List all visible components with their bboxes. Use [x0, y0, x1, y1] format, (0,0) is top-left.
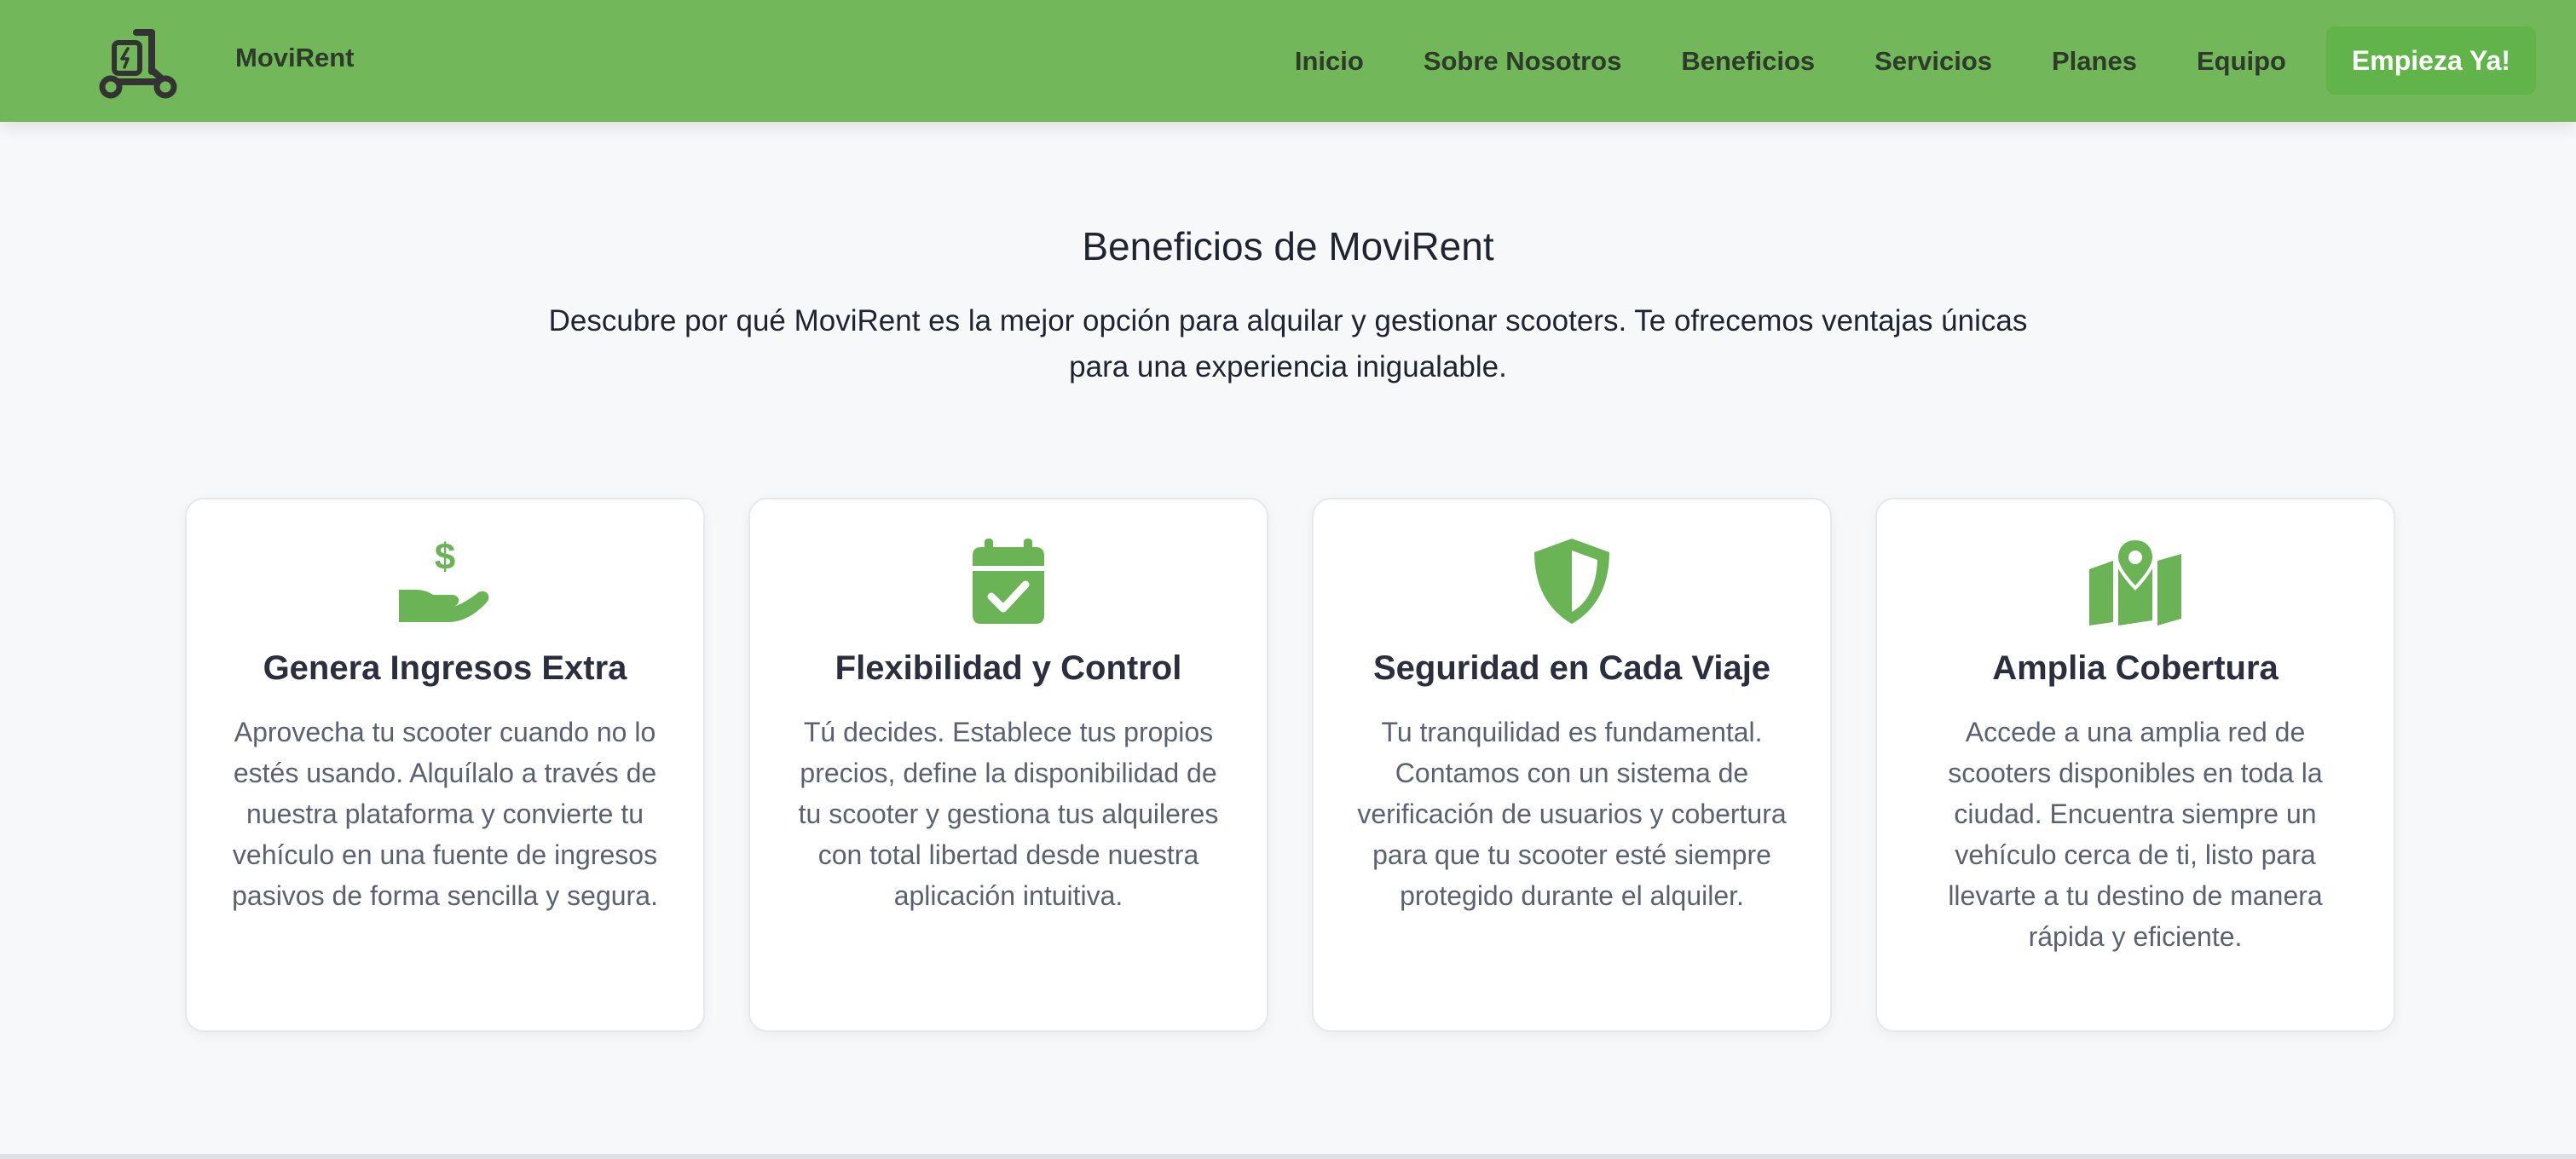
- svg-text:$: $: [435, 537, 455, 578]
- calendar-check-icon: [961, 537, 1056, 626]
- section-divider: [0, 1154, 2576, 1159]
- benefit-card-coverage: Amplia Cobertura Accede a una amplia red…: [1875, 498, 2395, 1032]
- nav-link-beneficios[interactable]: Beneficios: [1681, 46, 1815, 77]
- benefit-card-security: Seguridad en Cada Viaje Tu tranquilidad …: [1312, 498, 1832, 1032]
- scooter-icon[interactable]: [95, 24, 181, 101]
- card-title: Genera Ingresos Extra: [263, 649, 627, 687]
- card-title: Seguridad en Cada Viaje: [1372, 649, 1771, 687]
- card-text: Accede a una amplia red de scooters disp…: [1948, 717, 2323, 952]
- card-text: Aprovecha tu scooter cuando no lo estés …: [232, 717, 658, 911]
- brand-name[interactable]: MoviRent: [235, 43, 355, 73]
- benefit-cards: $ Genera Ingresos Extra Aprovecha tu sco…: [185, 498, 2395, 1032]
- start-now-button[interactable]: Empieza Ya!: [2326, 26, 2536, 95]
- hand-dollar-icon: $: [397, 537, 493, 626]
- card-text: Tú decides. Establece tus propios precio…: [798, 717, 1219, 911]
- nav-link-servicios[interactable]: Servicios: [1874, 46, 1992, 77]
- card-text: Tu tranquilidad es fundamental. Contamos…: [1357, 717, 1787, 911]
- nav-link-inicio[interactable]: Inicio: [1295, 46, 1364, 77]
- benefit-card-flexibility: Flexibilidad y Control Tú decides. Estab…: [748, 498, 1268, 1032]
- nav-link-planes[interactable]: Planes: [2052, 46, 2137, 77]
- card-title: Flexibilidad y Control: [835, 649, 1182, 687]
- map-pin-icon: [2088, 537, 2183, 626]
- nav-link-sobre-nosotros[interactable]: Sobre Nosotros: [1424, 46, 1622, 77]
- section-subtitle: Descubre por qué MoviRent es la mejor op…: [548, 304, 2028, 383]
- benefit-card-income: $ Genera Ingresos Extra Aprovecha tu sco…: [185, 498, 705, 1032]
- card-title: Amplia Cobertura: [1992, 649, 2279, 687]
- section-title: Beneficios de MoviRent: [1082, 224, 1494, 268]
- navbar: MoviRent Inicio Sobre Nosotros Beneficio…: [0, 0, 2576, 122]
- main-nav: Inicio Sobre Nosotros Beneficios Servici…: [1295, 0, 2286, 122]
- shield-icon: [1524, 537, 1620, 626]
- nav-link-equipo[interactable]: Equipo: [2197, 46, 2286, 77]
